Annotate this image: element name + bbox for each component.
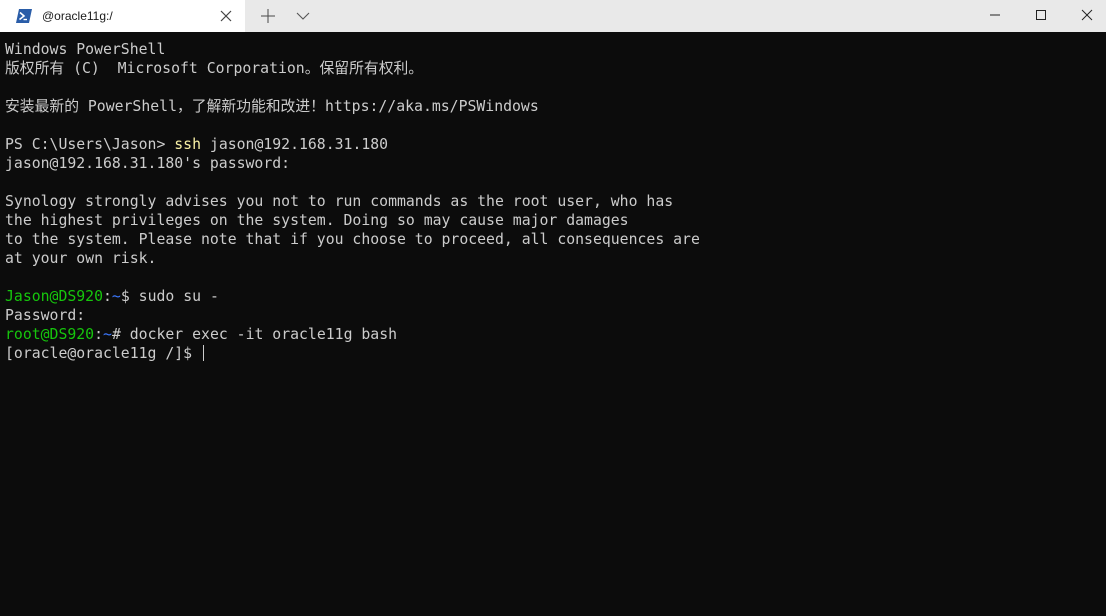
terminal-line: to the system. Please note that if you c… — [5, 231, 700, 248]
root-command: docker exec -it oracle11g bash — [129, 326, 398, 343]
terminal-line: Windows PowerShell — [5, 41, 166, 58]
terminal-line: 安装最新的 PowerShell，了解新功能和改进！https://aka.ms… — [5, 98, 539, 115]
maximize-button[interactable] — [1018, 0, 1064, 32]
terminal-line: Password: — [5, 307, 86, 324]
user-prompt-separator: : — [103, 288, 112, 305]
terminal-window: @oracle11g:/ Windows PowerShell 版权所有 (C)… — [0, 0, 1106, 616]
terminal-line: the highest privileges on the system. Do… — [5, 212, 629, 229]
minimize-icon — [990, 14, 1000, 16]
title-bar: @oracle11g:/ — [0, 0, 1106, 32]
user-command: sudo su - — [138, 288, 219, 305]
maximize-icon — [1036, 10, 1046, 20]
container-prompt: [oracle@oracle11g /]$ — [5, 345, 201, 362]
terminal-output[interactable]: Windows PowerShell 版权所有 (C) Microsoft Co… — [5, 40, 1101, 610]
terminal-line-current[interactable]: [oracle@oracle11g /]$ — [5, 344, 1101, 363]
terminal-line: 版权所有 (C) Microsoft Corporation。保留所有权利。 — [5, 60, 424, 77]
terminal-line: at your own risk. — [5, 250, 157, 267]
close-icon[interactable] — [219, 9, 233, 23]
terminal-line: root@DS920:~# docker exec -it oracle11g … — [5, 325, 1101, 344]
root-prompt-separator: : — [94, 326, 104, 343]
chevron-down-icon[interactable] — [294, 9, 312, 23]
terminal-line-empty — [5, 78, 1101, 97]
terminal-line: jason@192.168.31.180's password: — [5, 155, 291, 172]
text-cursor[interactable] — [203, 345, 204, 361]
root-prompt-user: root@DS920 — [5, 326, 95, 343]
user-prompt-user: Jason@DS920 — [5, 288, 103, 305]
close-window-button[interactable] — [1064, 0, 1106, 32]
plus-icon[interactable] — [259, 8, 277, 24]
ps-prompt: PS C:\Users\Jason> — [5, 136, 175, 153]
tab-oracle11g[interactable]: @oracle11g:/ — [0, 0, 245, 32]
root-prompt-symbol: # — [111, 326, 130, 343]
close-icon — [1081, 9, 1093, 21]
terminal-line-empty — [5, 268, 1101, 287]
terminal-line-empty — [5, 116, 1101, 135]
powershell-icon — [16, 9, 32, 23]
root-prompt-path: ~ — [103, 326, 112, 343]
user-prompt-path: ~ — [111, 288, 121, 305]
minimize-button[interactable] — [972, 0, 1018, 32]
terminal-line: PS C:\Users\Jason> ssh jason@192.168.31.… — [5, 135, 1101, 154]
tab-title: @oracle11g:/ — [42, 9, 113, 23]
terminal-line-empty — [5, 173, 1101, 192]
terminal-line: Synology strongly advises you not to run… — [5, 193, 674, 210]
ps-command-args: jason@192.168.31.180 — [201, 136, 389, 153]
terminal-line: Jason@DS920:~$ sudo su - — [5, 287, 1101, 306]
user-prompt-symbol: $ — [120, 288, 139, 305]
ps-command: ssh — [174, 136, 201, 153]
